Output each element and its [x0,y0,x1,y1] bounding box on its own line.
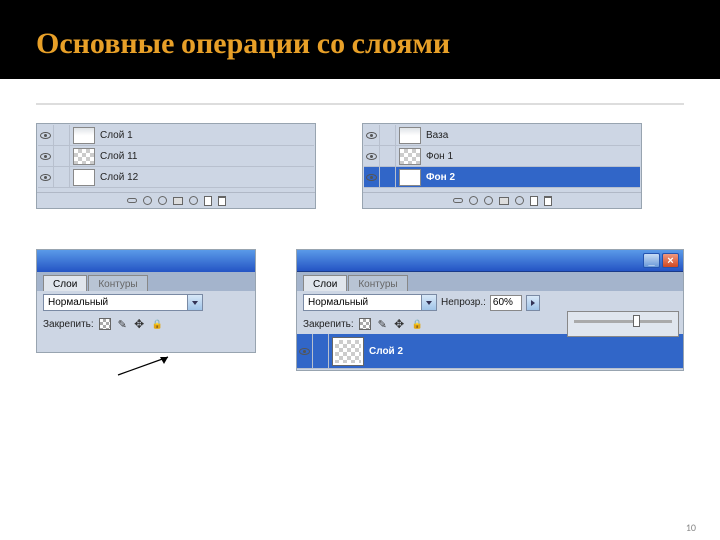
chevron-down-icon [187,295,202,310]
new-group-icon[interactable] [173,197,183,205]
blend-mode-select[interactable]: Нормальный [43,294,203,311]
tab-layers[interactable]: Слои [43,275,87,291]
link-layers-icon[interactable] [127,198,137,203]
visibility-toggle[interactable] [38,167,54,187]
visibility-toggle[interactable] [38,125,54,145]
layers-options-panel-d: _ × Слои Контуры Нормальный Непрозр.: 60… [296,249,684,371]
panel-tabs: Слои Контуры [297,272,683,291]
lock-all-icon[interactable] [151,318,164,331]
layer-thumbnail[interactable] [333,338,363,365]
layer-name[interactable]: Слой 2 [369,346,403,357]
layers-options-panel-c: Слои Контуры Нормальный Закрепить: ✥ [36,249,256,353]
opacity-slider[interactable] [574,320,672,323]
slider-thumb[interactable] [633,315,640,327]
layer-name[interactable]: Слой 11 [100,151,137,162]
layer-name[interactable]: Слой 1 [100,130,133,141]
eye-icon [366,153,377,160]
layer-name[interactable]: Ваза [426,130,448,141]
visibility-toggle[interactable] [297,334,313,369]
annotation-arrow [114,355,174,377]
panel-titlebar[interactable]: _ × [297,250,683,272]
new-layer-icon[interactable] [204,196,212,206]
layer-row[interactable]: Ваза [364,125,640,146]
layer-thumbnail[interactable] [399,127,421,144]
eye-icon [366,132,377,139]
lock-position-icon[interactable]: ✥ [393,318,406,331]
layer-row[interactable]: Фон 1 [364,146,640,167]
layer-thumbnail[interactable] [73,169,95,186]
tab-paths[interactable]: Контуры [88,275,147,291]
lock-transparent-icon[interactable] [99,318,112,331]
link-layers-icon[interactable] [453,198,463,203]
visibility-toggle[interactable] [364,167,380,187]
opacity-field[interactable]: 60% [490,295,522,311]
chevron-down-icon [421,295,436,310]
eye-icon [366,174,377,181]
panel-titlebar[interactable] [37,250,255,272]
layers-panel-a: Слой 1 Слой 11 Слой 12 [36,123,316,209]
layers-panel-b: Ваза Фон 1 Фон 2 [362,123,642,209]
slide-title: Основные операции со слоями [36,26,720,61]
divider [36,103,684,105]
opacity-slider-popup [567,311,679,337]
tab-paths[interactable]: Контуры [348,275,407,291]
layer-name[interactable]: Слой 12 [100,172,138,183]
new-group-icon[interactable] [499,197,509,205]
eye-icon [40,132,51,139]
blend-mode-value: Нормальный [48,297,108,308]
eye-icon [40,153,51,160]
layer-row[interactable]: Слой 11 [38,146,314,167]
eye-icon [40,174,51,181]
tab-layers[interactable]: Слои [303,275,347,291]
delete-layer-icon[interactable] [544,196,552,206]
panel-footer [363,192,641,208]
panel-tabs: Слои Контуры [37,272,255,291]
layer-row[interactable]: Фон 2 [364,167,640,188]
delete-layer-icon[interactable] [218,196,226,206]
page-number: 10 [686,521,696,534]
lock-position-icon[interactable]: ✥ [133,318,146,331]
layer-thumbnail[interactable] [399,148,421,165]
close-button[interactable]: × [662,253,679,268]
layer-row[interactable]: Слой 1 [38,125,314,146]
layer-style-icon[interactable] [143,196,152,205]
visibility-toggle[interactable] [38,146,54,166]
slide-header: Основные операции со слоями [0,0,720,79]
lock-all-icon[interactable] [411,318,424,331]
layer-mask-icon[interactable] [484,196,493,205]
opacity-label: Непрозр.: [441,297,486,308]
visibility-toggle[interactable] [364,146,380,166]
panel-footer [37,192,315,208]
adjustment-icon[interactable] [189,196,198,205]
layer-name[interactable]: Фон 2 [426,172,455,183]
adjustment-icon[interactable] [515,196,524,205]
lock-pixels-icon[interactable] [117,319,128,330]
blend-mode-value: Нормальный [308,297,368,308]
visibility-toggle[interactable] [364,125,380,145]
layer-thumbnail[interactable] [399,169,421,186]
layer-mask-icon[interactable] [158,196,167,205]
eye-icon [299,348,310,355]
new-layer-icon[interactable] [530,196,538,206]
minimize-button[interactable]: _ [643,253,660,268]
layer-name[interactable]: Фон 1 [426,151,453,162]
lock-transparent-icon[interactable] [359,318,372,331]
layer-style-icon[interactable] [469,196,478,205]
blend-mode-select[interactable]: Нормальный [303,294,437,311]
layer-row[interactable]: Слой 12 [38,167,314,188]
lock-label: Закрепить: [43,319,94,330]
lock-label: Закрепить: [303,319,354,330]
lock-pixels-icon[interactable] [377,319,388,330]
opacity-flyout-button[interactable] [526,295,540,311]
layer-thumbnail[interactable] [73,148,95,165]
layer-thumbnail[interactable] [73,127,95,144]
layer-row[interactable]: Слой 2 [297,334,683,369]
